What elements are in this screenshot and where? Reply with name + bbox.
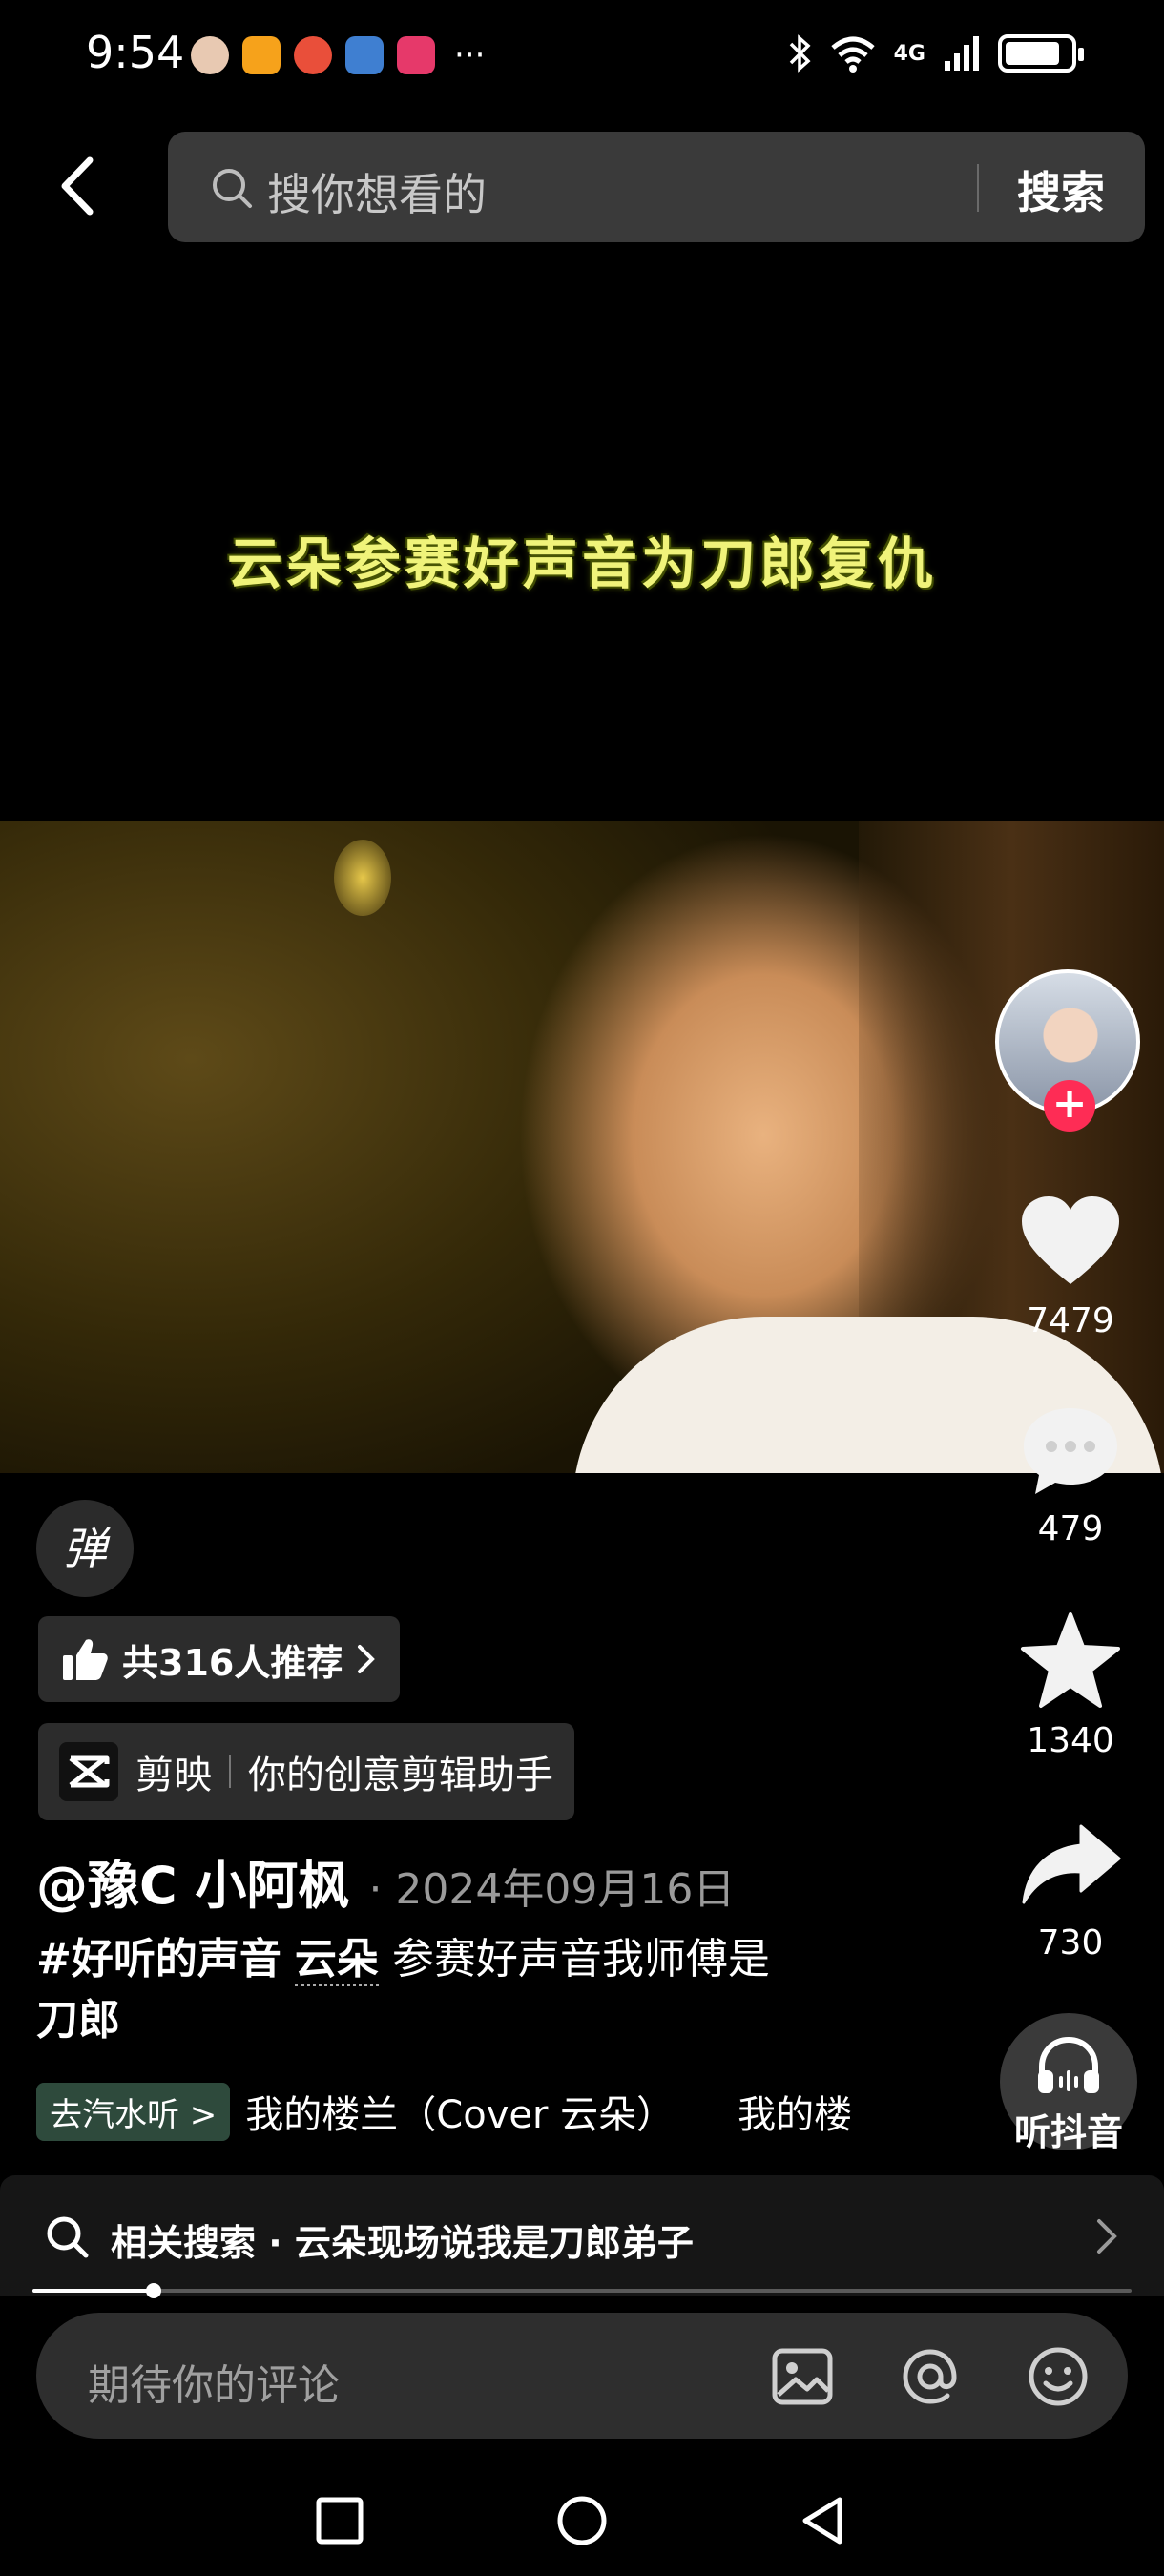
video-player[interactable]: 云朵参赛好声音为刀郎复仇 [0, 242, 1164, 1473]
search-icon [47, 2216, 89, 2258]
search-divider [977, 164, 979, 212]
author-line: @豫C 小阿枫 · 2024年09月16日 [36, 1843, 735, 1919]
capcut-name: 剪映 [135, 1754, 212, 1797]
back-arrow-icon [61, 156, 94, 216]
more-notifications-icon: ··· [454, 36, 486, 74]
back-button[interactable] [52, 153, 109, 219]
description-text-line2: 刀郎 [36, 1996, 120, 2045]
wifi-icon [830, 36, 875, 73]
status-bar: 9:54 ··· 4G [0, 0, 1164, 114]
at-mention-icon[interactable] [897, 2343, 964, 2410]
home-button[interactable] [553, 2492, 611, 2549]
favorite-count: 1340 [1027, 1721, 1114, 1760]
capcut-logo-icon [59, 1742, 118, 1801]
comment-button[interactable]: 479 [1004, 1402, 1137, 1548]
description-text: 参赛好声音我师傅是 [378, 1935, 770, 1984]
headphones-icon [1038, 2036, 1099, 2093]
comment-bubble-icon [1024, 1408, 1117, 1494]
signal-icon [945, 36, 979, 71]
music-row[interactable]: 去汽水听 > 我的楼兰（Cover 云朵） 我的楼 [36, 2080, 885, 2143]
recommend-label: 共316人推荐 [122, 1641, 343, 1684]
thumbs-up-icon [63, 1639, 108, 1680]
battery-icon [998, 34, 1084, 73]
notification-app-icon [345, 36, 384, 74]
capcut-slogan: 你的创意剪辑助手 [248, 1754, 553, 1797]
stage-light [334, 840, 391, 916]
qishui-listen-badge[interactable]: 去汽水听 > [36, 2082, 231, 2141]
bluetooth-icon [789, 34, 811, 73]
post-date: · 2024年09月16日 [368, 1865, 736, 1914]
video-caption: 云朵参赛好声音为刀郎复仇 [226, 531, 937, 596]
danmu-toggle-button[interactable]: 弹 [36, 1500, 134, 1597]
playback-progress[interactable] [32, 2283, 1132, 2298]
back-nav-button[interactable] [796, 2492, 853, 2549]
recommend-chip[interactable]: 共316人推荐 [38, 1616, 401, 1702]
comment-input-bar[interactable]: 期待你的评论 [36, 2313, 1128, 2439]
music-title: 我的楼兰（Cover 云朵） [245, 2093, 676, 2137]
notification-app-icon [242, 36, 281, 74]
related-search-text: 相关搜索 · 云朵现场说我是刀郎弟子 [111, 2222, 694, 2264]
image-icon[interactable] [769, 2343, 836, 2410]
search-icon [213, 169, 252, 208]
follow-button[interactable]: + [1044, 1080, 1095, 1132]
music-title-marquee: 我的楼 [738, 2093, 853, 2137]
related-search-bar[interactable]: 相关搜索 · 云朵现场说我是刀郎弟子 [0, 2175, 1164, 2296]
system-nav-bar [0, 2452, 1164, 2576]
heart-icon [1022, 1196, 1119, 1284]
like-button[interactable]: 7479 [1004, 1195, 1137, 1340]
capcut-divider [229, 1755, 231, 1788]
battery-level [1006, 42, 1060, 65]
notification-app-icon [397, 36, 435, 74]
recents-button[interactable] [311, 2492, 368, 2549]
chevron-right-icon [358, 1645, 376, 1673]
listen-douyin-label[interactable]: 听抖音 [992, 2103, 1145, 2155]
post-description: #好听的声音 云朵 参赛好声音我师傅是 刀郎 [36, 1929, 876, 2051]
share-count: 730 [1037, 1923, 1104, 1963]
status-time: 9:54 [86, 27, 185, 78]
share-button[interactable]: 730 [1004, 1820, 1137, 1963]
favorite-button[interactable]: 1340 [1004, 1610, 1137, 1760]
notification-app-icon [191, 36, 229, 74]
chevron-right-icon [1097, 2219, 1117, 2254]
video-frame [0, 821, 1164, 1473]
search-button[interactable]: 搜索 [1017, 158, 1105, 221]
share-arrow-icon [1022, 1824, 1121, 1904]
comment-input[interactable]: 期待你的评论 [88, 2351, 340, 2412]
hashtag-link[interactable]: #好听的声音 [36, 1935, 281, 1984]
notification-app-icon [294, 36, 332, 74]
progress-fill [32, 2289, 154, 2293]
like-count: 7479 [1027, 1301, 1114, 1340]
search-input[interactable]: 搜你想看的 [267, 160, 487, 223]
author-name[interactable]: @豫C 小阿枫 [36, 1843, 349, 1919]
progress-handle[interactable] [145, 2283, 161, 2298]
mention-link[interactable]: 云朵 [294, 1935, 379, 1986]
emoji-icon[interactable] [1025, 2343, 1091, 2410]
notification-icons: ··· [191, 36, 485, 74]
network-type: 4G [893, 41, 925, 66]
capcut-promo-chip[interactable]: 剪映 你的创意剪辑助手 [38, 1723, 574, 1820]
comment-count: 479 [1037, 1509, 1104, 1548]
system-icons: 4G [787, 34, 1084, 73]
star-icon [1021, 1612, 1120, 1708]
search-box[interactable]: 搜你想看的 搜索 [168, 132, 1145, 242]
